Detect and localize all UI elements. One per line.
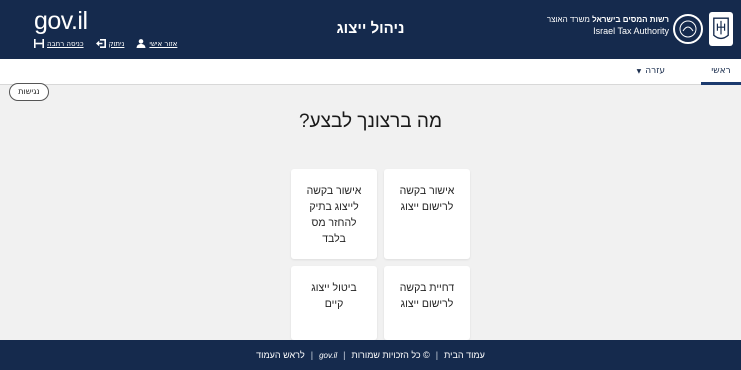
tax-authority-title: רשות המסים בישראל <box>592 15 669 24</box>
page-heading: מה ברצונך לבצע? <box>298 111 443 132</box>
footer-separator: | <box>310 350 314 360</box>
login-link[interactable]: כניסה רחבה <box>34 39 84 48</box>
approve-refund-representation-card[interactable]: אישור בקשה לייצוג בתיק להחזר מס בלבד <box>291 169 377 259</box>
footer: עמוד הבית | © כל הזכויות שמורות | gov.il… <box>0 340 741 370</box>
reject-representation-card[interactable]: דחיית בקשה לרישום ייצוג <box>384 266 470 340</box>
logout-icon <box>95 39 106 48</box>
nav-help-label: עזרה <box>645 66 665 76</box>
chevron-down-icon: ▼ <box>636 68 642 75</box>
nav-help-menu[interactable]: עזרה▼ <box>637 59 665 85</box>
tax-authority-hebrew: רשות המסים בישראל משרד האוצר <box>547 15 669 24</box>
card-line: בלבד <box>322 233 346 245</box>
card-line: להחזר מס <box>311 217 357 229</box>
tax-authority-name: רשות המסים בישראל משרד האוצר Israel Tax … <box>547 15 669 36</box>
tax-authority-english: Israel Tax Authority <box>593 26 669 36</box>
state-emblem-icon <box>709 12 733 46</box>
card-line: לרישום ייצוג <box>400 298 454 310</box>
card-line: לרישום ייצוג <box>400 201 454 213</box>
footer-home-link[interactable]: עמוד הבית <box>444 350 485 360</box>
nav-bar: ראשי עזרה▼ <box>0 59 741 85</box>
footer-back-to-top-link[interactable]: לראש העמוד <box>256 350 305 360</box>
card-line: לייצוג בתיק <box>309 201 359 213</box>
nav-home-tab[interactable]: ראשי <box>701 59 741 85</box>
accessibility-button[interactable]: נגישות <box>9 83 49 101</box>
header-links: כניסה רחבה ניתוק אזור אישי <box>34 39 177 48</box>
card-line: דחיית בקשה <box>399 282 455 294</box>
footer-gov-il-logo[interactable]: gov.il <box>319 351 337 360</box>
card-line: קיים <box>324 298 344 310</box>
footer-copyright: © כל הזכויות שמורות <box>351 350 430 360</box>
ministry-name: משרד האוצר <box>546 15 590 24</box>
card-line: ביטול ייצוג <box>311 282 357 294</box>
top-header: gov.il כניסה רחבה ניתוק אזור אישי ניהול … <box>0 0 741 59</box>
tax-authority-logo-icon <box>673 14 703 44</box>
login-icon <box>34 39 44 48</box>
footer-separator: | <box>435 350 439 360</box>
user-icon <box>136 39 146 48</box>
logout-link[interactable]: ניתוק <box>95 39 125 48</box>
cancel-representation-card[interactable]: ביטול ייצוג קיים <box>291 266 377 340</box>
approve-representation-card[interactable]: אישור בקשה לרישום ייצוג <box>384 169 470 259</box>
login-link-label: כניסה רחבה <box>47 39 84 48</box>
personal-area-link[interactable]: אזור אישי <box>136 39 177 48</box>
card-line: אישור בקשה <box>306 185 362 197</box>
footer-separator: | <box>343 350 346 360</box>
logout-link-label: ניתוק <box>108 39 125 48</box>
card-line: אישור בקשה <box>399 185 455 197</box>
personal-area-link-label: אזור אישי <box>149 39 178 48</box>
